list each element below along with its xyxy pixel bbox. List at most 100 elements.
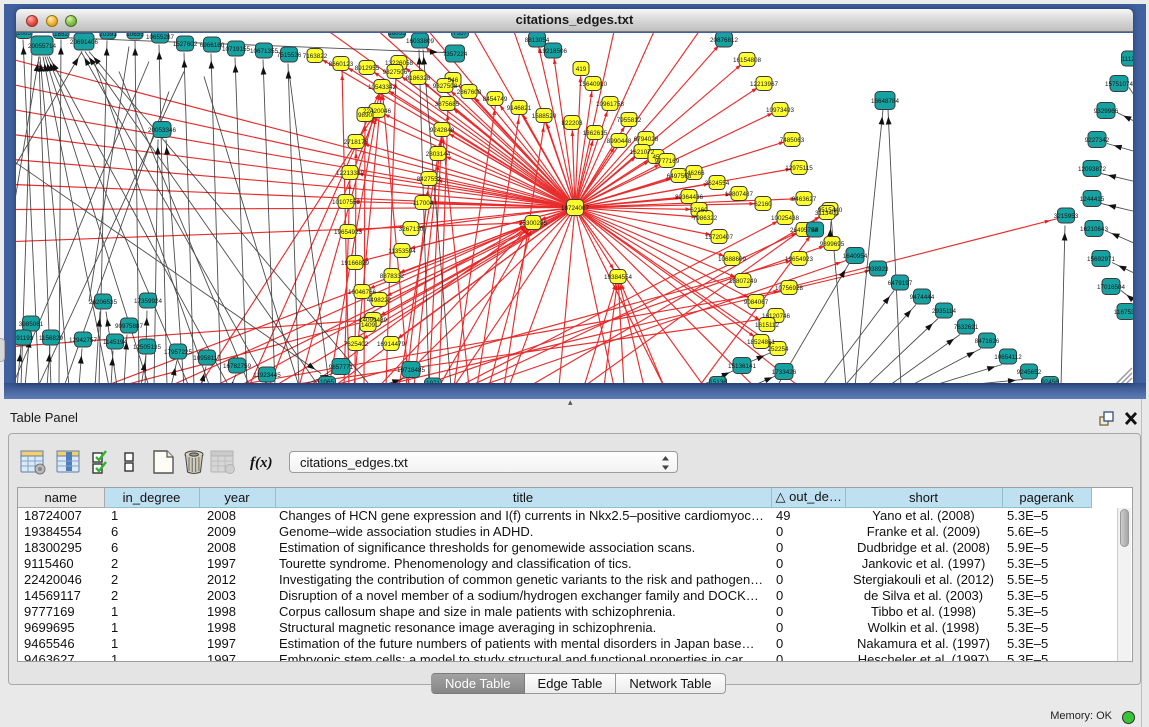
svg-text:19654923: 19654923 (785, 255, 814, 262)
svg-text:7955812: 7955812 (617, 116, 642, 123)
svg-text:17957225: 17957225 (164, 348, 193, 355)
svg-text:16648784: 16648784 (871, 97, 900, 104)
svg-text:4498222: 4498222 (367, 296, 392, 303)
svg-text:20053346: 20053346 (148, 126, 177, 133)
svg-text:9146821: 9146821 (507, 104, 532, 111)
svg-text:8454749: 8454749 (483, 95, 508, 102)
svg-text:252254: 252254 (767, 345, 789, 352)
svg-text:391193: 391193 (16, 334, 34, 341)
svg-text:7163822: 7163822 (303, 52, 328, 59)
svg-text:10543342: 10543342 (368, 83, 397, 90)
svg-text:7632621: 7632621 (954, 323, 979, 330)
svg-text:16154808: 16154808 (733, 56, 762, 63)
svg-text:10655: 10655 (126, 33, 144, 38)
svg-text:2867608: 2867608 (457, 88, 482, 95)
svg-text:18724007: 18724007 (561, 204, 590, 211)
svg-text:1527602: 1527602 (173, 40, 198, 47)
svg-text:8186328: 8186328 (406, 74, 431, 81)
svg-text:9474444: 9474444 (910, 293, 935, 300)
svg-text:16033809: 16033809 (406, 37, 435, 44)
svg-text:822203: 822203 (561, 119, 583, 126)
svg-text:10807487: 10807487 (725, 190, 754, 197)
svg-text:9084067: 9084067 (744, 298, 769, 305)
svg-text:8427552: 8427552 (417, 175, 442, 182)
svg-text:419: 419 (576, 65, 587, 72)
svg-text:19218506: 19218506 (539, 47, 568, 54)
svg-text:938923: 938923 (867, 265, 889, 272)
svg-text:16782759: 16782759 (223, 362, 252, 369)
svg-text:16120746: 16120746 (762, 312, 791, 319)
svg-text:15136141: 15136141 (728, 362, 757, 369)
svg-text:10046766: 10046766 (348, 288, 377, 295)
svg-text:1733426: 1733426 (772, 368, 797, 375)
svg-text:10655287: 10655287 (146, 33, 175, 40)
svg-text:1588520: 1588520 (532, 112, 557, 119)
svg-text:9857771: 9857771 (329, 363, 354, 370)
svg-text:10973493: 10973493 (766, 106, 795, 113)
svg-text:3267130: 3267130 (399, 225, 424, 232)
svg-text:19384554: 19384554 (604, 273, 633, 280)
svg-text:20391: 20391 (99, 33, 117, 38)
svg-text:18807249: 18807249 (729, 277, 758, 284)
svg-text:25300285: 25300285 (519, 219, 548, 226)
svg-text:9242848: 9242848 (430, 126, 455, 133)
svg-text:19718485: 19718485 (397, 366, 426, 373)
svg-text:15720407: 15720407 (705, 233, 734, 240)
svg-text:1852: 1852 (54, 33, 69, 38)
svg-text:8878332: 8878332 (380, 272, 405, 279)
svg-text:2718176: 2718176 (344, 138, 369, 145)
svg-text:8471626: 8471626 (975, 337, 1000, 344)
svg-text:3624554: 3624554 (705, 179, 730, 186)
svg-text:11923445: 11923445 (253, 371, 281, 378)
svg-text:10671355: 10671355 (250, 47, 279, 54)
svg-text:12093872: 12093872 (1078, 165, 1107, 172)
svg-text:3215953: 3215953 (1054, 212, 1079, 219)
svg-text:8990448: 8990448 (607, 137, 632, 144)
svg-text:6794028: 6794028 (634, 135, 659, 142)
svg-text:20691406: 20691406 (70, 38, 99, 45)
svg-text:9890: 9890 (358, 111, 373, 118)
svg-text:44: 44 (811, 226, 819, 233)
svg-text:10654112: 10654112 (994, 353, 1022, 360)
svg-text:9245652: 9245652 (1017, 368, 1042, 375)
svg-text:1244415: 1244415 (1080, 195, 1105, 202)
svg-text:11124: 11124 (1122, 55, 1133, 62)
svg-text:f(x): f(x) (250, 455, 273, 471)
svg-text:15751074: 15751074 (1105, 80, 1133, 87)
svg-text:1145194: 1145194 (103, 338, 128, 345)
svg-text:12213967: 12213967 (750, 80, 779, 87)
svg-text:16914479: 16914479 (377, 340, 406, 347)
svg-text:10025438: 10025438 (771, 214, 800, 221)
svg-text:8660123: 8660123 (329, 60, 354, 67)
svg-text:9327506: 9327506 (383, 68, 408, 75)
svg-text:10958117: 10958117 (193, 354, 221, 361)
svg-text:17359924: 17359924 (134, 297, 163, 304)
svg-text:20364436: 20364436 (675, 193, 704, 200)
svg-text:7515526: 7515526 (277, 51, 302, 58)
svg-text:9329966: 9329966 (1094, 107, 1119, 114)
svg-text:1621072: 1621072 (630, 148, 655, 155)
svg-text:26206535: 26206535 (89, 298, 118, 305)
svg-text:9227342: 9227342 (1085, 136, 1110, 143)
svg-text:19166829: 19166829 (341, 259, 370, 266)
svg-text:7625402: 7625402 (344, 340, 369, 347)
svg-text:8813054: 8813054 (525, 36, 550, 43)
svg-text:7485063: 7485063 (780, 136, 805, 143)
svg-text:1156829: 1156829 (39, 334, 64, 341)
svg-text:19654923: 19654923 (334, 228, 363, 235)
svg-text:1167533: 1167533 (1114, 308, 1133, 315)
svg-text:62160: 62160 (690, 206, 708, 213)
svg-text:12975115: 12975115 (785, 164, 813, 171)
svg-text:13226058: 13226058 (385, 59, 414, 66)
svg-text:7986322: 7986322 (693, 214, 718, 221)
svg-text:7357: 7357 (453, 33, 468, 37)
svg-text:16033: 16033 (388, 33, 406, 37)
svg-text:90975887: 90975887 (115, 322, 144, 329)
svg-text:12942757: 12942757 (69, 336, 98, 343)
svg-text:10719155: 10719155 (222, 45, 251, 52)
svg-text:20055714: 20055714 (28, 42, 57, 49)
svg-text:746266: 746266 (683, 169, 705, 176)
svg-text:9463627: 9463627 (792, 195, 817, 202)
svg-text:12505135: 12505135 (133, 343, 162, 350)
svg-text:9327508: 9327508 (433, 82, 458, 89)
